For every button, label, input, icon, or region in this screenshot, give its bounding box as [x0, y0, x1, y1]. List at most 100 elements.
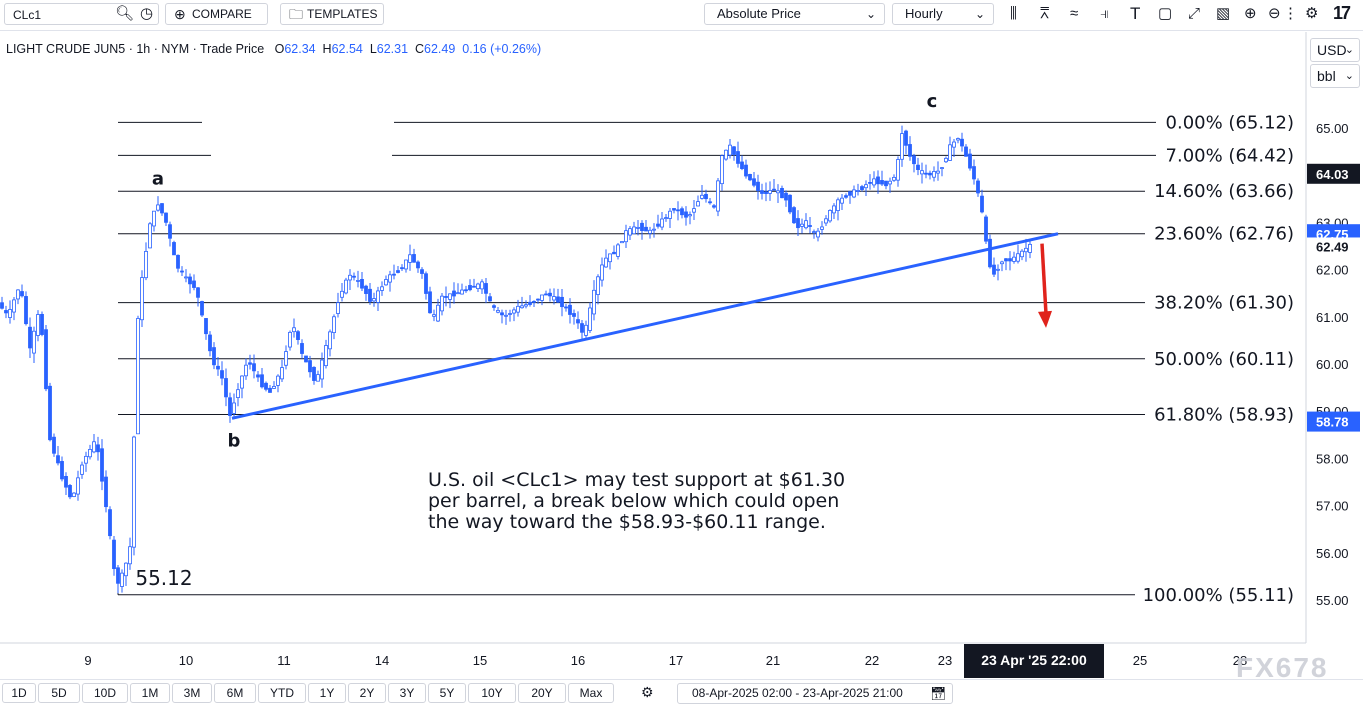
candle-body [424, 273, 428, 294]
candle-body [984, 216, 988, 242]
candle-body [996, 268, 1000, 271]
price-axis: 55.0056.0057.0058.0059.0060.0061.0062.00… [1305, 32, 1360, 643]
templates-button[interactable]: 🗀︎ TEMPLATES [280, 3, 384, 25]
clock-icon[interactable]: ◷ [140, 6, 153, 21]
wave-label: 55.12 [135, 566, 192, 590]
range-button-20y[interactable]: 20Y [518, 683, 566, 703]
image-icon[interactable]: ▧ [1216, 6, 1230, 21]
candle-body [776, 190, 780, 194]
date-range-picker[interactable]: 08-Apr-2025 02:00 - 23-Apr-2025 21:00 📅︎ [677, 683, 953, 704]
price-badge-label: 64.03 [1316, 167, 1349, 182]
candle-body [200, 301, 204, 316]
candle-body [840, 197, 844, 204]
candle-body [752, 178, 756, 186]
candle-body [1012, 256, 1016, 262]
currency-select[interactable]: USD ⌄ [1310, 38, 1360, 62]
range-button-10y[interactable]: 10Y [468, 683, 516, 703]
chevron-down-icon: ⌄ [1344, 44, 1354, 56]
candle-body [100, 448, 104, 482]
candle-body [444, 296, 448, 298]
range-button-1y[interactable]: 1Y [308, 683, 346, 703]
add-circle-icon: ⊕ [174, 6, 186, 22]
range-button-max[interactable]: Max [568, 683, 614, 703]
candle-body [0, 302, 4, 309]
candle-body [416, 261, 420, 269]
candle-body [164, 212, 168, 223]
settings-gear-icon[interactable]: ⚙ [1305, 6, 1318, 21]
candle-body [732, 146, 736, 155]
candle-body [332, 316, 336, 334]
candle-body [688, 214, 692, 217]
time-tick-label: 15 [473, 653, 487, 668]
shapes-tool-icon[interactable]: ▢ [1158, 6, 1172, 21]
lines-tool-icon[interactable]: ⫣ [1100, 6, 1109, 21]
candle-body [944, 157, 948, 163]
price-chart[interactable]: 0.00% (65.12) 7.00% (64.42) 14.60% (63.66)… [0, 32, 1363, 679]
candle-body [324, 345, 328, 367]
zoom-out-icon[interactable]: ⊖ [1268, 6, 1281, 21]
candle-body [928, 172, 932, 176]
candle-body [844, 195, 848, 198]
candle-body [68, 485, 72, 498]
candle-body [488, 296, 492, 302]
zoom-in-icon[interactable]: ⊕ [1244, 6, 1257, 21]
candle-body [188, 276, 192, 285]
fib-level-label: 0.00% (65.12) [1166, 112, 1294, 133]
candle-body [992, 264, 996, 275]
range-button-1m[interactable]: 1M [130, 683, 170, 703]
candle-body [436, 304, 440, 322]
candle-body [868, 182, 872, 184]
range-button-3m[interactable]: 3M [172, 683, 212, 703]
candle-body [296, 331, 300, 340]
candle-body [676, 209, 680, 212]
candle-body [204, 318, 208, 335]
time-tick-label: 23 [938, 653, 952, 668]
settings-gear-icon[interactable]: ⚙ [641, 685, 654, 699]
fib-level-label: 14.60% (63.66) [1154, 181, 1294, 202]
candle-body [348, 274, 352, 281]
candle-body [924, 172, 928, 175]
candle-body [328, 331, 332, 350]
range-button-2y[interactable]: 2Y [348, 683, 386, 703]
candle-body [284, 351, 288, 366]
range-button-5d[interactable]: 5D [38, 683, 80, 703]
text-tool-icon[interactable]: T [1130, 5, 1140, 22]
range-button-10d[interactable]: 10D [82, 683, 128, 703]
compare-button[interactable]: ⊕ COMPARE [165, 3, 268, 25]
candle-body [236, 389, 240, 398]
range-button-6m[interactable]: 6M [214, 683, 256, 703]
candle-body [264, 382, 268, 390]
range-button-3y[interactable]: 3Y [388, 683, 426, 703]
candle-body [916, 164, 920, 170]
symbol-search-input[interactable]: CLc1 🔍︎ ◷ [4, 3, 159, 25]
candle-body [252, 363, 256, 372]
time-tick-label: 25 [1133, 653, 1147, 668]
candle-body [656, 223, 660, 227]
range-button-ytd[interactable]: YTD [258, 683, 306, 703]
price-badge-label: 62.49 [1316, 239, 1349, 254]
interval-select[interactable]: Hourly ⌄ [892, 3, 994, 25]
more-icon[interactable]: ⋮ [1283, 6, 1298, 21]
candle-body [892, 176, 896, 181]
candle-body [764, 191, 768, 194]
search-icon[interactable]: 🔍︎ [115, 6, 134, 21]
candle-body [536, 298, 540, 301]
indicators-icon[interactable]: ⩞ [1040, 6, 1049, 21]
candle-body [864, 184, 868, 189]
price-badge-label: 58.78 [1316, 415, 1349, 430]
price-mode-select[interactable]: Absolute Price ⌄ [704, 3, 885, 25]
candle-body [524, 304, 528, 307]
candle-body [280, 367, 284, 380]
range-button-1d[interactable]: 1D [2, 683, 36, 703]
candle-body [304, 355, 308, 363]
candle-body [692, 208, 696, 213]
candle-body [552, 296, 556, 301]
brand-logo-icon: 17 [1333, 3, 1351, 23]
measure-tool-icon[interactable]: ⤢ [1188, 6, 1200, 21]
unit-select[interactable]: bbl ⌄ [1310, 64, 1360, 88]
candle-body [716, 180, 720, 212]
price-tick-label: 56.00 [1316, 546, 1349, 561]
candle-style-icon[interactable]: ⫼ [1010, 6, 1017, 21]
range-button-5y[interactable]: 5Y [428, 683, 466, 703]
fib-tool-icon[interactable]: ≈ [1070, 6, 1078, 21]
